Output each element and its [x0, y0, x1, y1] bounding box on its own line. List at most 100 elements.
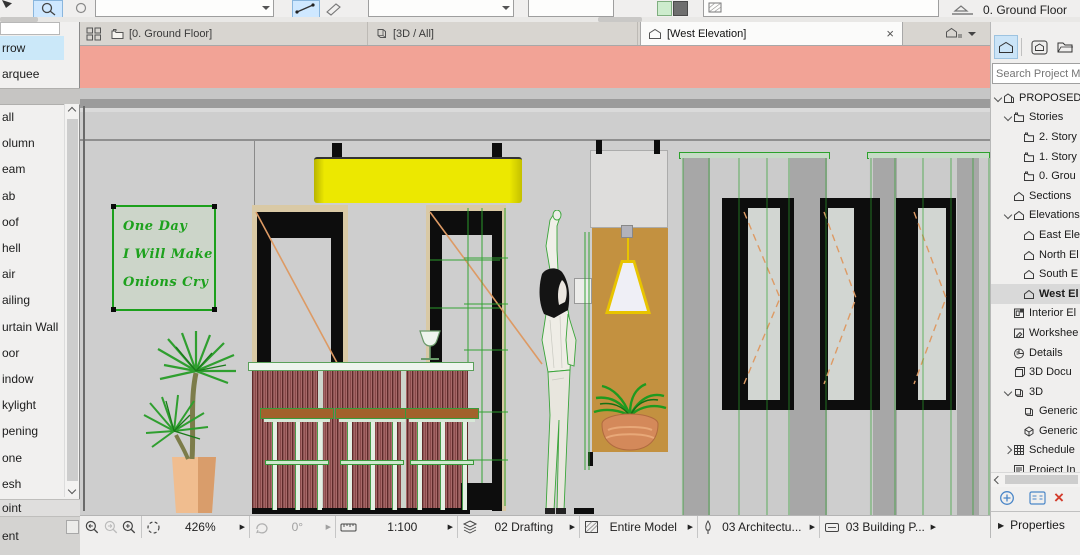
tree-item-0-grou[interactable]: 0. Grou [991, 166, 1080, 186]
toolbar-line-toggle-button[interactable] [292, 0, 320, 18]
toolbox-item-esh[interactable]: esh [0, 471, 64, 497]
toolbox-item-one[interactable]: one [0, 445, 64, 471]
new-viewpoint-button[interactable] [997, 488, 1017, 508]
toolbox-item-urtain-wall[interactable]: urtain Wall [0, 314, 64, 340]
toolbar-dropdown[interactable] [528, 0, 614, 17]
tree-expander-right-icon[interactable] [1004, 446, 1012, 454]
zoom-in-icon[interactable] [121, 519, 137, 535]
delete-viewpoint-button[interactable]: × [1049, 488, 1069, 508]
text-sign-selected[interactable]: One Day I Will Make Onions Cry [112, 205, 216, 311]
toolbox-panel-oint[interactable]: oint [0, 499, 80, 516]
toolbar-button[interactable] [72, 0, 92, 18]
properties-panel-header[interactable]: ▶ Properties [991, 511, 1080, 538]
tree-item-schedule[interactable]: Schedule [991, 441, 1080, 461]
tree-item-1-story[interactable]: 1. Story [991, 147, 1080, 167]
toolbox-item-all[interactable]: all [0, 104, 64, 130]
project-map-button[interactable] [994, 35, 1018, 59]
toolbar-dropdown[interactable] [95, 0, 274, 17]
toolbox-item-air[interactable]: air [0, 261, 64, 287]
tree-item-proposed[interactable]: PROPOSED [991, 88, 1080, 108]
toolbox-item-ab[interactable]: ab [0, 183, 64, 209]
tree-item-elevations[interactable]: Elevations [991, 206, 1080, 226]
tree-item-3d[interactable]: 3D [991, 382, 1080, 402]
new-tab-dropdown-button[interactable] [945, 25, 987, 43]
toolbar-mini-swatch-icon[interactable] [657, 1, 672, 16]
toolbar-button[interactable] [322, 0, 348, 18]
zoom-previous-icon[interactable] [84, 519, 100, 535]
scrollbar-thumb[interactable] [67, 119, 78, 481]
tab-3d-all[interactable]: [3D / All] [368, 22, 638, 45]
orientation-control[interactable]: 0° ▶ [250, 516, 336, 538]
toolbox-item-oor[interactable]: oor [0, 340, 64, 366]
toolbar-toggle-button[interactable] [33, 0, 63, 18]
clipped-control-fragment [0, 22, 60, 35]
tree-expander-down-icon[interactable] [1004, 387, 1012, 395]
wine-glass[interactable] [416, 330, 446, 364]
human-figure[interactable] [524, 210, 596, 515]
tree-item-interior-el[interactable]: Interior El [991, 304, 1080, 324]
tree-item-east-ele[interactable]: East Ele [991, 225, 1080, 245]
selection-handle[interactable] [111, 204, 116, 209]
tab-overview-grid-icon[interactable] [86, 27, 102, 41]
scrollbar-thumb[interactable] [1005, 475, 1078, 484]
layout-book-button[interactable] [1053, 35, 1077, 59]
pen-set-control[interactable]: 03 Architectu... ▶ [698, 516, 820, 538]
tab-close-icon[interactable]: × [886, 27, 894, 40]
view-map-button[interactable] [1027, 35, 1051, 59]
search-input[interactable] [992, 63, 1080, 84]
viewpoint-settings-button[interactable] [1027, 488, 1047, 508]
popup-arrow-icon: ▶ [240, 523, 245, 531]
toolbox-item-ailing[interactable]: ailing [0, 287, 64, 313]
toolbox-item-olumn[interactable]: olumn [0, 130, 64, 156]
toolbox-item-rrow[interactable]: rrow [0, 36, 64, 60]
layer-combination-control[interactable]: 02 Drafting ▶ [458, 516, 580, 538]
tree-item-project-in[interactable]: Project In [991, 460, 1080, 472]
marker-set-control[interactable]: 03 Building P... ▶ [820, 516, 940, 538]
bar-stool[interactable] [260, 408, 334, 510]
bar-stool[interactable] [405, 408, 479, 510]
tree-item-details[interactable]: Details [991, 343, 1080, 363]
tree-expander-down-icon[interactable] [994, 94, 1002, 102]
toolbar-mini-swatch-icon[interactable] [673, 1, 688, 16]
tab-west-elevation[interactable]: [West Elevation] × [640, 22, 903, 45]
selection-handle[interactable] [111, 307, 116, 312]
zoom-nav-buttons[interactable] [80, 516, 142, 538]
scroll-up-icon[interactable] [68, 107, 76, 115]
scroll-down-icon[interactable] [68, 486, 76, 494]
toolbox-item-eam[interactable]: eam [0, 156, 64, 182]
tree-item-south-e[interactable]: South E [991, 264, 1080, 284]
tree-item-stories[interactable]: Stories [991, 108, 1080, 128]
toolbox-item-oof[interactable]: oof [0, 209, 64, 235]
tree-expander-down-icon[interactable] [1004, 113, 1012, 121]
scale-control[interactable]: 1:100 ▶ [336, 516, 458, 538]
tree-horizontal-scrollbar[interactable] [991, 472, 1080, 487]
potted-yucca-plant[interactable] [138, 331, 248, 515]
toolbox-item-arquee[interactable]: arquee [0, 62, 64, 86]
tree-item-sections[interactable]: Sections [991, 186, 1080, 206]
tree-item-generic[interactable]: Generic [991, 402, 1080, 422]
elevation-drawing-canvas[interactable]: One Day I Will Make Onions Cry [80, 46, 990, 515]
zoom-level-control[interactable]: 426% ▶ [142, 516, 250, 538]
toolbox-item-hell[interactable]: hell [0, 235, 64, 261]
tree-item-west-el[interactable]: West El [991, 284, 1080, 304]
tree-expander-down-icon[interactable] [1004, 211, 1012, 219]
tab-ground-floor[interactable]: [0. Ground Floor] [104, 22, 368, 45]
tree-item-2-story[interactable]: 2. Story [991, 127, 1080, 147]
selection-handle[interactable] [212, 204, 217, 209]
toolbox-scrollbar[interactable] [64, 104, 79, 497]
tree-item-3d-docu[interactable]: 3D Docu [991, 362, 1080, 382]
toolbox-item-pening[interactable]: pening [0, 418, 64, 444]
tree-item-north-el[interactable]: North El [991, 245, 1080, 265]
scroll-left-icon[interactable] [994, 476, 1002, 484]
selection-handle[interactable] [212, 307, 217, 312]
model-filter-control[interactable]: Entire Model ▶ [580, 516, 698, 538]
tree-item-workshee[interactable]: Workshee [991, 323, 1080, 343]
bar-stool[interactable] [335, 408, 409, 510]
toolbox-item-indow[interactable]: indow [0, 366, 64, 392]
toolbar-dropdown[interactable] [368, 0, 514, 17]
current-story-label[interactable]: 0. Ground Floor [983, 3, 1067, 17]
toolbox-item-kylight[interactable]: kylight [0, 392, 64, 418]
toolbar-fill-dropdown[interactable] [703, 0, 939, 17]
zoom-next-icon[interactable] [103, 519, 119, 535]
tree-item-generic[interactable]: Generic [991, 421, 1080, 441]
